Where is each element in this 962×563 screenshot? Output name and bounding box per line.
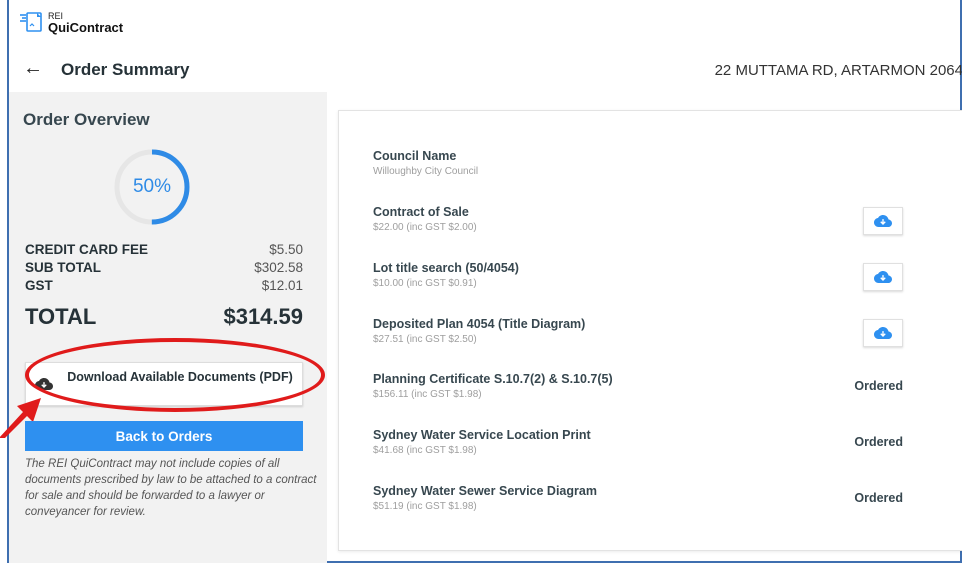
disclaimer-note: The REI QuiContract may not include copi… <box>25 458 317 518</box>
item-action <box>863 319 903 347</box>
back-to-orders-button[interactable]: Back to Orders <box>25 421 303 451</box>
order-overview-panel: Order Overview 50% CREDIT CARD FEE $5.50… <box>0 92 327 563</box>
back-arrow-icon[interactable]: ← <box>23 58 43 78</box>
logo-text: REI QuiContract <box>48 11 124 35</box>
item-name: Council Name <box>373 149 457 163</box>
app-frame: REI QuiContract ← Order Summary 22 MUTTA… <box>0 0 962 563</box>
overview-title: Order Overview <box>23 110 150 129</box>
fee-label: SUB TOTAL <box>25 260 101 275</box>
list-item: Planning Certificate S.10.7(2) & S.10.7(… <box>373 372 933 400</box>
logo-icon <box>20 12 42 32</box>
page-title: Order Summary <box>61 60 190 79</box>
logo-big-text: QuiContract <box>48 20 124 35</box>
item-detail: $27.51 (inc GST $2.50) <box>373 334 477 345</box>
total-value: $314.59 <box>223 304 303 329</box>
item-name: Lot title search (50/4054) <box>373 261 519 275</box>
list-item: Sydney Water Service Location Print $41.… <box>373 428 933 456</box>
item-detail: $22.00 (inc GST $2.00) <box>373 222 477 233</box>
list-item: Sydney Water Sewer Service Diagram $51.1… <box>373 484 933 512</box>
list-item: Deposited Plan 4054 (Title Diagram) $27.… <box>373 317 933 347</box>
download-button[interactable] <box>863 207 903 235</box>
item-name: Contract of Sale <box>373 205 469 219</box>
highlight-oval <box>25 338 325 412</box>
item-name: Planning Certificate S.10.7(2) & S.10.7(… <box>373 372 613 386</box>
app-logo[interactable]: REI QuiContract <box>20 7 123 37</box>
ordered-status: Ordered <box>854 491 903 505</box>
item-detail: Willoughby City Council <box>373 166 479 177</box>
title-bar: ← Order Summary 22 MUTTAMA RD, ARTARMON … <box>9 52 962 87</box>
fee-label: CREDIT CARD FEE <box>25 242 149 257</box>
cloud-download-icon <box>874 327 892 339</box>
cloud-download-icon <box>874 215 892 227</box>
ordered-status: Ordered <box>854 379 903 393</box>
item-action <box>863 207 903 235</box>
fee-value: $12.01 <box>261 278 303 293</box>
list-item: Contract of Sale $22.00 (inc GST $2.00) <box>373 205 933 235</box>
cloud-download-icon <box>874 271 892 283</box>
fee-row-gst: GST $12.01 <box>25 278 303 293</box>
list-item: Council Name Willoughby City Council <box>373 149 933 177</box>
download-button[interactable] <box>863 319 903 347</box>
download-button[interactable] <box>863 263 903 291</box>
fee-row-credit-card: CREDIT CARD FEE $5.50 <box>25 242 303 257</box>
order-items-panel: Council Name Willoughby City Council Con… <box>338 110 962 551</box>
ordered-status: Ordered <box>854 435 903 449</box>
total-row: TOTAL $314.59 <box>25 304 303 330</box>
item-detail: $41.68 (inc GST $1.98) <box>373 445 477 456</box>
total-label: TOTAL <box>25 304 97 329</box>
item-detail: $10.00 (inc GST $0.91) <box>373 278 477 289</box>
item-name: Sydney Water Sewer Service Diagram <box>373 484 597 498</box>
property-address: 22 MUTTAMA RD, ARTARMON 2064 <box>714 62 962 79</box>
list-item: Lot title search (50/4054) $10.00 (inc G… <box>373 261 933 291</box>
item-name: Deposited Plan 4054 (Title Diagram) <box>373 317 586 331</box>
item-detail: $156.11 (inc GST $1.98) <box>373 389 482 400</box>
item-name: Sydney Water Service Location Print <box>373 428 591 442</box>
item-detail: $51.19 (inc GST $1.98) <box>373 501 477 512</box>
fee-row-sub-total: SUB TOTAL $302.58 <box>25 260 303 275</box>
progress-label: 50% <box>132 176 172 197</box>
item-action <box>863 263 903 291</box>
fee-label: GST <box>25 278 53 293</box>
fee-value: $5.50 <box>269 242 303 257</box>
fee-value: $302.58 <box>254 260 303 275</box>
